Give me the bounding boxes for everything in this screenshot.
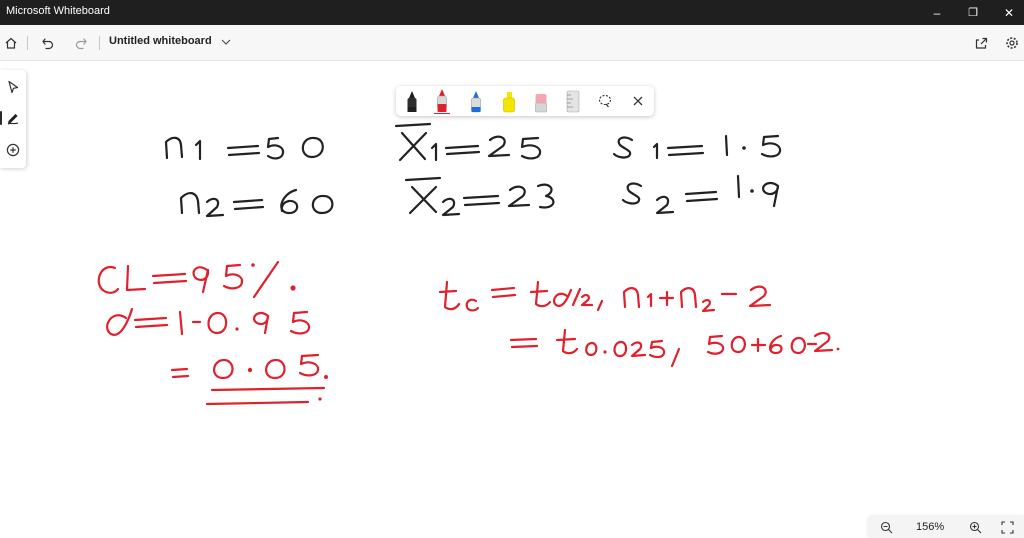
pen-icon — [7, 113, 19, 125]
ink-n2-equals-60[interactable] — [179, 188, 334, 218]
board-menu-button[interactable] — [219, 34, 233, 50]
red-pen-button[interactable] — [431, 88, 453, 115]
lasso-icon — [598, 94, 612, 108]
blue-pen-button[interactable] — [465, 88, 487, 114]
zoom-out-icon — [880, 521, 892, 533]
lasso-select-button[interactable] — [595, 91, 615, 111]
ink-tray — [396, 86, 654, 116]
ink-equals-t-0-025-50-plus-60-minus-2[interactable] — [509, 328, 840, 368]
red-pen-icon — [434, 89, 450, 115]
zoom-in-button[interactable] — [966, 518, 984, 536]
black-pen-button[interactable] — [401, 88, 423, 114]
eraser-button[interactable] — [530, 88, 552, 114]
restore-icon: ❐ — [968, 7, 978, 19]
add-icon — [6, 143, 20, 157]
fit-to-screen-button[interactable] — [998, 518, 1016, 536]
pen-tool-button[interactable] — [0, 108, 23, 128]
ruler-icon — [566, 90, 580, 113]
share-icon — [975, 37, 988, 49]
whiteboard-canvas[interactable] — [0, 61, 1024, 538]
zoom-controls: 156% — [868, 516, 1024, 538]
zoom-in-icon — [969, 521, 981, 533]
zoom-out-button[interactable] — [877, 518, 895, 536]
settings-icon — [1006, 37, 1018, 49]
share-button[interactable] — [971, 33, 991, 53]
blue-pen-icon — [471, 91, 481, 113]
select-tool-button[interactable] — [3, 77, 23, 97]
eraser-icon — [535, 94, 547, 113]
zoom-level: 156% — [916, 521, 945, 533]
ink-n1-equals-50[interactable] — [164, 136, 324, 161]
ink-cl-equals-95-percent[interactable] — [97, 260, 296, 299]
close-icon — [633, 96, 643, 106]
toolbar-divider — [27, 36, 28, 50]
ruler-button[interactable] — [562, 88, 584, 114]
home-icon — [5, 37, 17, 49]
home-button[interactable] — [1, 33, 21, 53]
highlighter-icon — [503, 92, 515, 113]
ink-tc-equals-t-alpha-over-2[interactable] — [438, 280, 772, 313]
chevron-down-icon — [221, 39, 231, 45]
board-title[interactable]: Untitled whiteboard — [109, 35, 212, 47]
window-title: Microsoft Whiteboard — [6, 5, 110, 17]
title-bar: Microsoft Whiteboard – ❐ ✕ — [0, 0, 1024, 25]
black-pen-icon — [407, 91, 417, 112]
minimize-button[interactable]: – — [920, 0, 954, 25]
yellow-highlighter-button[interactable] — [498, 88, 520, 114]
ink-xbar2-equals-23[interactable] — [404, 176, 555, 217]
restore-button[interactable]: ❐ — [956, 0, 990, 25]
fit-to-screen-icon — [1000, 520, 1014, 534]
undo-icon — [42, 38, 54, 50]
ink-xbar1-equals-25[interactable] — [394, 122, 542, 162]
ink-s1-equals-1-5[interactable] — [612, 134, 782, 160]
select-icon — [8, 80, 19, 94]
undo-button[interactable] — [38, 33, 58, 53]
close-ink-tray-button[interactable] — [628, 91, 648, 111]
ink-s2-equals-1-9[interactable] — [621, 174, 780, 215]
close-icon: ✕ — [1003, 5, 1015, 20]
redo-button[interactable] — [71, 33, 91, 53]
settings-button[interactable] — [1002, 33, 1022, 53]
app-toolbar: Untitled whiteboard — [0, 25, 1024, 61]
left-tool-rail — [0, 70, 26, 168]
ink-alpha-equals-1-minus-0-95[interactable] — [106, 307, 311, 336]
ink-equals-0-05-underlined[interactable] — [170, 353, 328, 406]
minimize-icon: – — [933, 5, 941, 20]
toolbar-divider — [99, 36, 100, 50]
redo-icon — [75, 38, 87, 50]
add-content-button[interactable] — [3, 140, 23, 160]
close-window-button[interactable]: ✕ — [992, 0, 1024, 25]
